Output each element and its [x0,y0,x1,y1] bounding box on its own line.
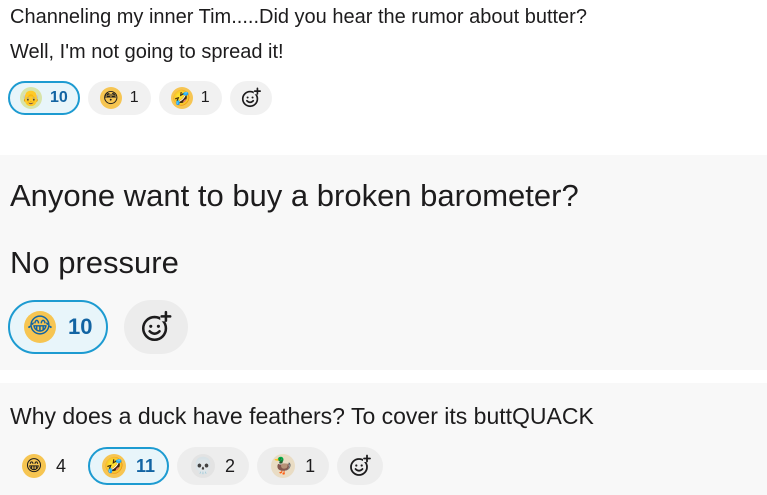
reaction-count: 4 [56,455,67,476]
add-reaction-icon [350,454,372,476]
duck-emoji-icon: 🦆 [271,454,296,478]
reaction-count: 1 [129,89,139,106]
old-man-emoji-icon: 👴 [20,87,42,109]
message-2-reactions: 😂 10 [8,300,189,354]
reaction-count: 10 [50,89,68,106]
reaction-skull[interactable]: 💀 2 [177,447,250,485]
message-1-reactions: 👴 10 😳 1 🤣 1 [8,81,272,115]
add-reaction-icon [142,310,173,342]
skull-emoji-icon: 💀 [191,454,216,478]
reaction-grinning-face[interactable]: 😁 4 [8,447,81,485]
add-reaction-button[interactable] [229,81,272,115]
message-2-text-line-1: Anyone want to buy a broken barometer? [10,178,579,213]
reaction-count: 1 [305,455,316,476]
message-1-text-line-1: Channeling my inner Tim.....Did you hear… [10,6,587,28]
tears-of-joy-emoji-icon: 😂 [24,311,56,343]
reaction-count: 11 [136,455,156,476]
message-2-text-line-2: No pressure [10,245,179,280]
message-3-reactions: 😁 4 🤣 11 💀 2 🦆 1 [8,447,384,485]
reaction-tears-of-joy[interactable]: 😂 10 [8,300,109,354]
reaction-rofl[interactable]: 🤣 11 [88,447,170,485]
reaction-flushed-face[interactable]: 😳 1 [87,81,151,115]
add-reaction-button[interactable] [124,300,189,354]
message-1-text-line-2: Well, I'm not going to spread it! [10,41,284,63]
rolling-on-floor-laughing-emoji-icon: 🤣 [170,87,193,109]
add-reaction-icon [241,87,261,108]
reaction-count: 2 [225,455,236,476]
flushed-face-emoji-icon: 😳 [99,87,122,109]
reaction-duck[interactable]: 🦆 1 [257,447,330,485]
message-3-text-line-1: Why does a duck have feathers? To cover … [10,403,594,429]
reaction-rofl[interactable]: 🤣 1 [158,81,222,115]
reaction-count: 1 [200,89,210,106]
rolling-on-floor-laughing-emoji-icon: 🤣 [102,454,127,478]
add-reaction-button[interactable] [337,447,384,485]
grinning-face-emoji-icon: 😁 [22,454,46,478]
reaction-count: 10 [68,314,93,339]
reaction-old-man[interactable]: 👴 10 [8,81,80,115]
